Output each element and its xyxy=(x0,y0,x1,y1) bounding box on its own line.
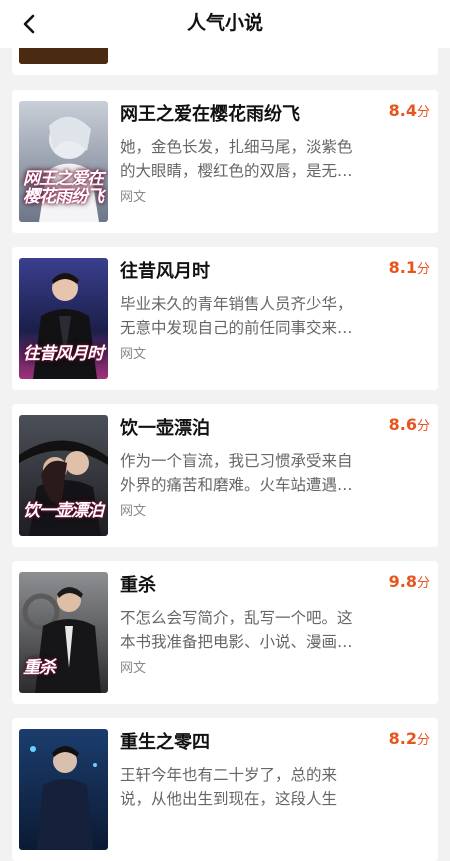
book-title[interactable]: 重生之零四 xyxy=(120,728,210,754)
cover-title: 饮一壶漂泊 xyxy=(23,501,104,521)
book-score: 8.2分 xyxy=(388,729,430,748)
book-title[interactable]: 饮一壶漂泊 xyxy=(120,414,210,440)
book-description: 她，金色长发，扎细马尾，淡紫色 的大眼睛，樱红色的双唇，是无… xyxy=(120,138,353,180)
book-card[interactable]: 重杀 重杀 9.8分 不怎么会写简介，乱写一个吧。这 本书我准备把电影、小说、漫画… xyxy=(12,561,438,704)
book-description: 毕业未久的青年销售人员齐少华， 无意中发现自己的前任同事交来… xyxy=(120,295,353,337)
book-description: 不怎么会写简介，乱写一个吧。这 本书我准备把电影、小说、漫画… xyxy=(120,609,353,651)
book-category-tag: 网文 xyxy=(120,190,147,205)
book-card[interactable]: 往昔风月时 往昔风月时 8.1分 毕业未久的青年销售人员齐少华， 无意中发现自己的… xyxy=(12,247,438,390)
cover-title: 网王之爱在樱花雨纷飞 xyxy=(23,169,104,207)
book-score: 8.1分 xyxy=(388,258,430,277)
book-cover: 往昔风月时 xyxy=(19,258,108,379)
book-card[interactable]: 重生之零四 8.2分 王轩今年也有二十岁了，总的来 说，从他出生到现在，这段人生 xyxy=(12,718,438,861)
book-title[interactable]: 网王之爱在樱花雨纷飞 xyxy=(120,100,300,126)
page-title: 人气小说 xyxy=(186,12,263,34)
book-category-tag: 网文 xyxy=(120,504,147,519)
book-cover: 网王之爱在樱花雨纷飞 xyxy=(19,101,108,222)
book-score: 8.6分 xyxy=(388,415,430,434)
top-bar: 人气小说 xyxy=(0,0,450,48)
book-category-tag: 网文 xyxy=(120,661,147,676)
book-score: 9.8分 xyxy=(388,572,430,591)
book-cover: 重杀 xyxy=(19,572,108,693)
book-title[interactable]: 往昔风月时 xyxy=(120,257,210,283)
book-card[interactable]: 饮一壶漂泊 饮一壶漂泊 8.6分 作为一个盲流，我已习惯承受来自 外界的痛苦和磨难… xyxy=(12,404,438,547)
book-score: 8.4分 xyxy=(388,101,430,120)
book-cover xyxy=(19,729,108,850)
book-title[interactable]: 重杀 xyxy=(120,571,156,597)
book-description: 作为一个盲流，我已习惯承受来自 外界的痛苦和磨难。火车站遭遇… xyxy=(120,452,353,494)
book-cover: 饮一壶漂泊 xyxy=(19,415,108,536)
book-description: 王轩今年也有二十岁了，总的来 说，从他出生到现在，这段人生 xyxy=(120,766,338,808)
cover-title: 重杀 xyxy=(23,658,56,678)
cover-title: 往昔风月时 xyxy=(23,344,104,364)
book-category-tag: 网文 xyxy=(120,347,147,362)
book-card[interactable]: 网王之爱在樱花雨纷飞 网王之爱在樱花雨纷飞 8.4分 她，金色长发，扎细马尾，淡… xyxy=(12,90,438,233)
